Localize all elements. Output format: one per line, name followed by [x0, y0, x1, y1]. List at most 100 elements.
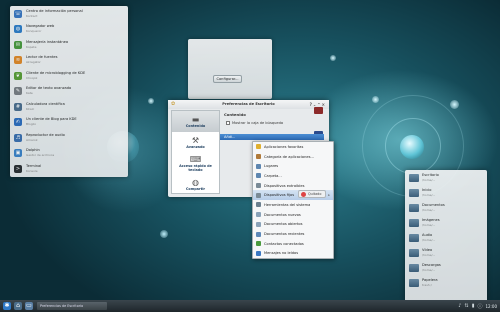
folder-icon: [409, 188, 419, 197]
background-orb: [160, 230, 168, 238]
system-tray: ♪ ⇅ ▮ ⓘ 12:00: [458, 303, 500, 310]
menu-item-label: Aplicaciones favoritas: [264, 144, 304, 149]
places-item[interactable]: Vídeo/home/...: [405, 245, 487, 260]
search-box-checkbox-row[interactable]: Mostrar la caja de búsqueda: [226, 121, 283, 125]
configure-button[interactable]: Configurar...: [213, 75, 242, 83]
folder-icon: [256, 173, 261, 179]
menu-item[interactable]: Dispositivos extraíbles: [253, 181, 333, 191]
drive-icon: [256, 183, 261, 189]
volume-icon[interactable]: ♪: [458, 303, 461, 309]
launcher-item[interactable]: ✎ Editor de texto avanzado Kate: [10, 84, 128, 100]
menu-item-label: Carpeta...: [264, 173, 282, 178]
launcher-item[interactable]: ❦ Cliente de microblogging de KDE Choqok: [10, 68, 128, 84]
places-item[interactable]: Imágenes/home/...: [405, 215, 487, 230]
launcher-item-subtitle: Kate: [26, 91, 33, 96]
launcher-item-subtitle: Blogilo: [26, 122, 37, 127]
launcher-item[interactable]: ✍ Un cliente de Blog para KDE Blogilo: [10, 115, 128, 131]
clock-icon: [256, 231, 261, 237]
places-item-subtitle: /home/...: [422, 267, 436, 272]
globe-icon: ◍: [192, 178, 199, 187]
background-orb: [400, 135, 424, 159]
sidebar-item[interactable]: ⚒ Avanzado: [172, 132, 219, 153]
launcher-item[interactable]: ✉ Mensajería instantánea Kopete: [10, 37, 128, 53]
menu-item[interactable]: Documentos abiertos: [253, 220, 333, 230]
document-icon: [256, 212, 261, 218]
add-button[interactable]: Añdi...: [220, 134, 324, 140]
launcher-item[interactable]: ≋ Lector de fuentes Akregator: [10, 53, 128, 69]
sidebar-item[interactable]: ⌨ Acceso rápido de teclado: [172, 153, 219, 174]
launcher-item-subtitle: Kopete: [26, 44, 37, 49]
menu-item-label: Documentos abiertos: [264, 222, 303, 227]
globe-icon: ◍: [14, 25, 22, 34]
menu-item[interactable]: Aplicaciones favoritas: [253, 142, 333, 152]
launcher-item[interactable]: ♬ Reproductor de audio Amarok: [10, 130, 128, 146]
chat-icon: ✉: [14, 40, 22, 49]
application-launcher-panel: ☏ Centro de información personal Kontact ◍ N…: [10, 6, 128, 177]
notification-icon[interactable]: ⓘ: [477, 303, 482, 310]
sidebar-item-label: Contenido: [185, 124, 206, 128]
star-icon: [256, 144, 261, 150]
window-titlebar[interactable]: ✿ Preferencias de Escritorio ?⌄⌃×: [168, 100, 329, 109]
places-item[interactable]: Descargas/home/...: [405, 260, 487, 275]
kde-menu-icon[interactable]: ✱: [3, 302, 11, 310]
folder-icon: ▬: [191, 115, 200, 124]
menu-item-label: Herramientas del sistema: [264, 202, 311, 207]
tooltip: Quitado: [298, 190, 326, 198]
keyboard-icon: ⌨: [189, 155, 202, 164]
launcher-item[interactable]: > Terminal Konsole: [10, 161, 128, 177]
window-title: Preferencias de Escritorio: [222, 102, 275, 106]
folder-icon: [409, 263, 419, 272]
places-item-subtitle: /home/...: [422, 222, 436, 227]
background-ring: [385, 118, 441, 174]
taskbar: ✱ ⌂ ▭ Preferencias de Escritorio ♪ ⇅ ▮ ⓘ…: [0, 300, 500, 312]
menu-item-label: Mensajes no leídos: [264, 251, 299, 256]
launcher-item[interactable]: ☏ Centro de información personal Kontact: [10, 6, 128, 22]
folder-icon: [409, 248, 419, 257]
checkbox[interactable]: [226, 121, 230, 125]
app-icon: ✿: [171, 101, 176, 107]
menu-item-label: Lugares: [264, 164, 279, 169]
launcher-item-subtitle: Konsole: [26, 168, 38, 173]
folder-icon[interactable]: ▭: [25, 302, 33, 310]
network-icon[interactable]: ⇅: [464, 303, 468, 309]
menu-item[interactable]: Lugares: [253, 161, 333, 171]
menu-item[interactable]: Contactos conectados: [253, 239, 333, 249]
launcher-item-subtitle: Gestor de archivos: [26, 153, 55, 158]
home-icon[interactable]: ⌂: [14, 302, 22, 310]
menu-item[interactable]: Herramientas del sistema: [253, 200, 333, 210]
taskbar-task[interactable]: Preferencias de Escritorio: [37, 302, 107, 310]
remove-icon: [301, 192, 306, 197]
feed-icon: ≋: [14, 56, 22, 65]
menu-item-label: Dispositivos extraíbles: [264, 183, 305, 188]
places-item[interactable]: Audio/home/...: [405, 230, 487, 245]
sidebar-item-label: Avanzado: [186, 145, 205, 149]
sidebar-item-label: Acceso rápido de teclado: [179, 164, 212, 172]
menu-item-label: Categoría de aplicaciones...: [264, 154, 314, 159]
launcher-item-subtitle: Konqueror: [26, 29, 42, 34]
sidebar-item[interactable]: ◍ Compartir: [172, 174, 219, 195]
checkbox-label: Mostrar la caja de búsqueda: [232, 121, 284, 125]
launcher-item[interactable]: # Calculadora científica KCalc: [10, 99, 128, 115]
launcher-item[interactable]: ◍ Navegador web Konqueror: [10, 22, 128, 38]
background-orb: [330, 55, 336, 61]
folder-icon: [256, 163, 261, 169]
pencil-icon: ✎: [14, 87, 22, 96]
section-heading: Contenido: [224, 112, 246, 117]
menu-item[interactable]: Mensajes no leídos: [253, 249, 333, 259]
folder-icon: [256, 154, 261, 160]
menu-item[interactable]: Documentos nuevos: [253, 210, 333, 220]
places-item[interactable]: Escritorio/home/...: [405, 170, 487, 185]
drive-icon: [256, 192, 261, 198]
places-item[interactable]: Papelera trash:/: [405, 275, 487, 290]
sidebar-item[interactable]: ▬ Contenido: [172, 111, 219, 132]
battery-icon[interactable]: ▮: [472, 303, 475, 309]
launcher-item[interactable]: ▣ Dolphin Gestor de archivos: [10, 146, 128, 162]
menu-item[interactable]: Carpeta...: [253, 171, 333, 181]
folder-icon: [409, 203, 419, 212]
add-content-menu: Aplicaciones favoritas Categoría de aplic…: [252, 141, 334, 259]
menu-item[interactable]: Documentos recientes: [253, 229, 333, 239]
places-item[interactable]: Documentos/home/...: [405, 200, 487, 215]
places-item[interactable]: Inicio/home/...: [405, 185, 487, 200]
menu-item[interactable]: Categoría de aplicaciones...: [253, 152, 333, 162]
clock[interactable]: 12:00: [485, 304, 497, 309]
